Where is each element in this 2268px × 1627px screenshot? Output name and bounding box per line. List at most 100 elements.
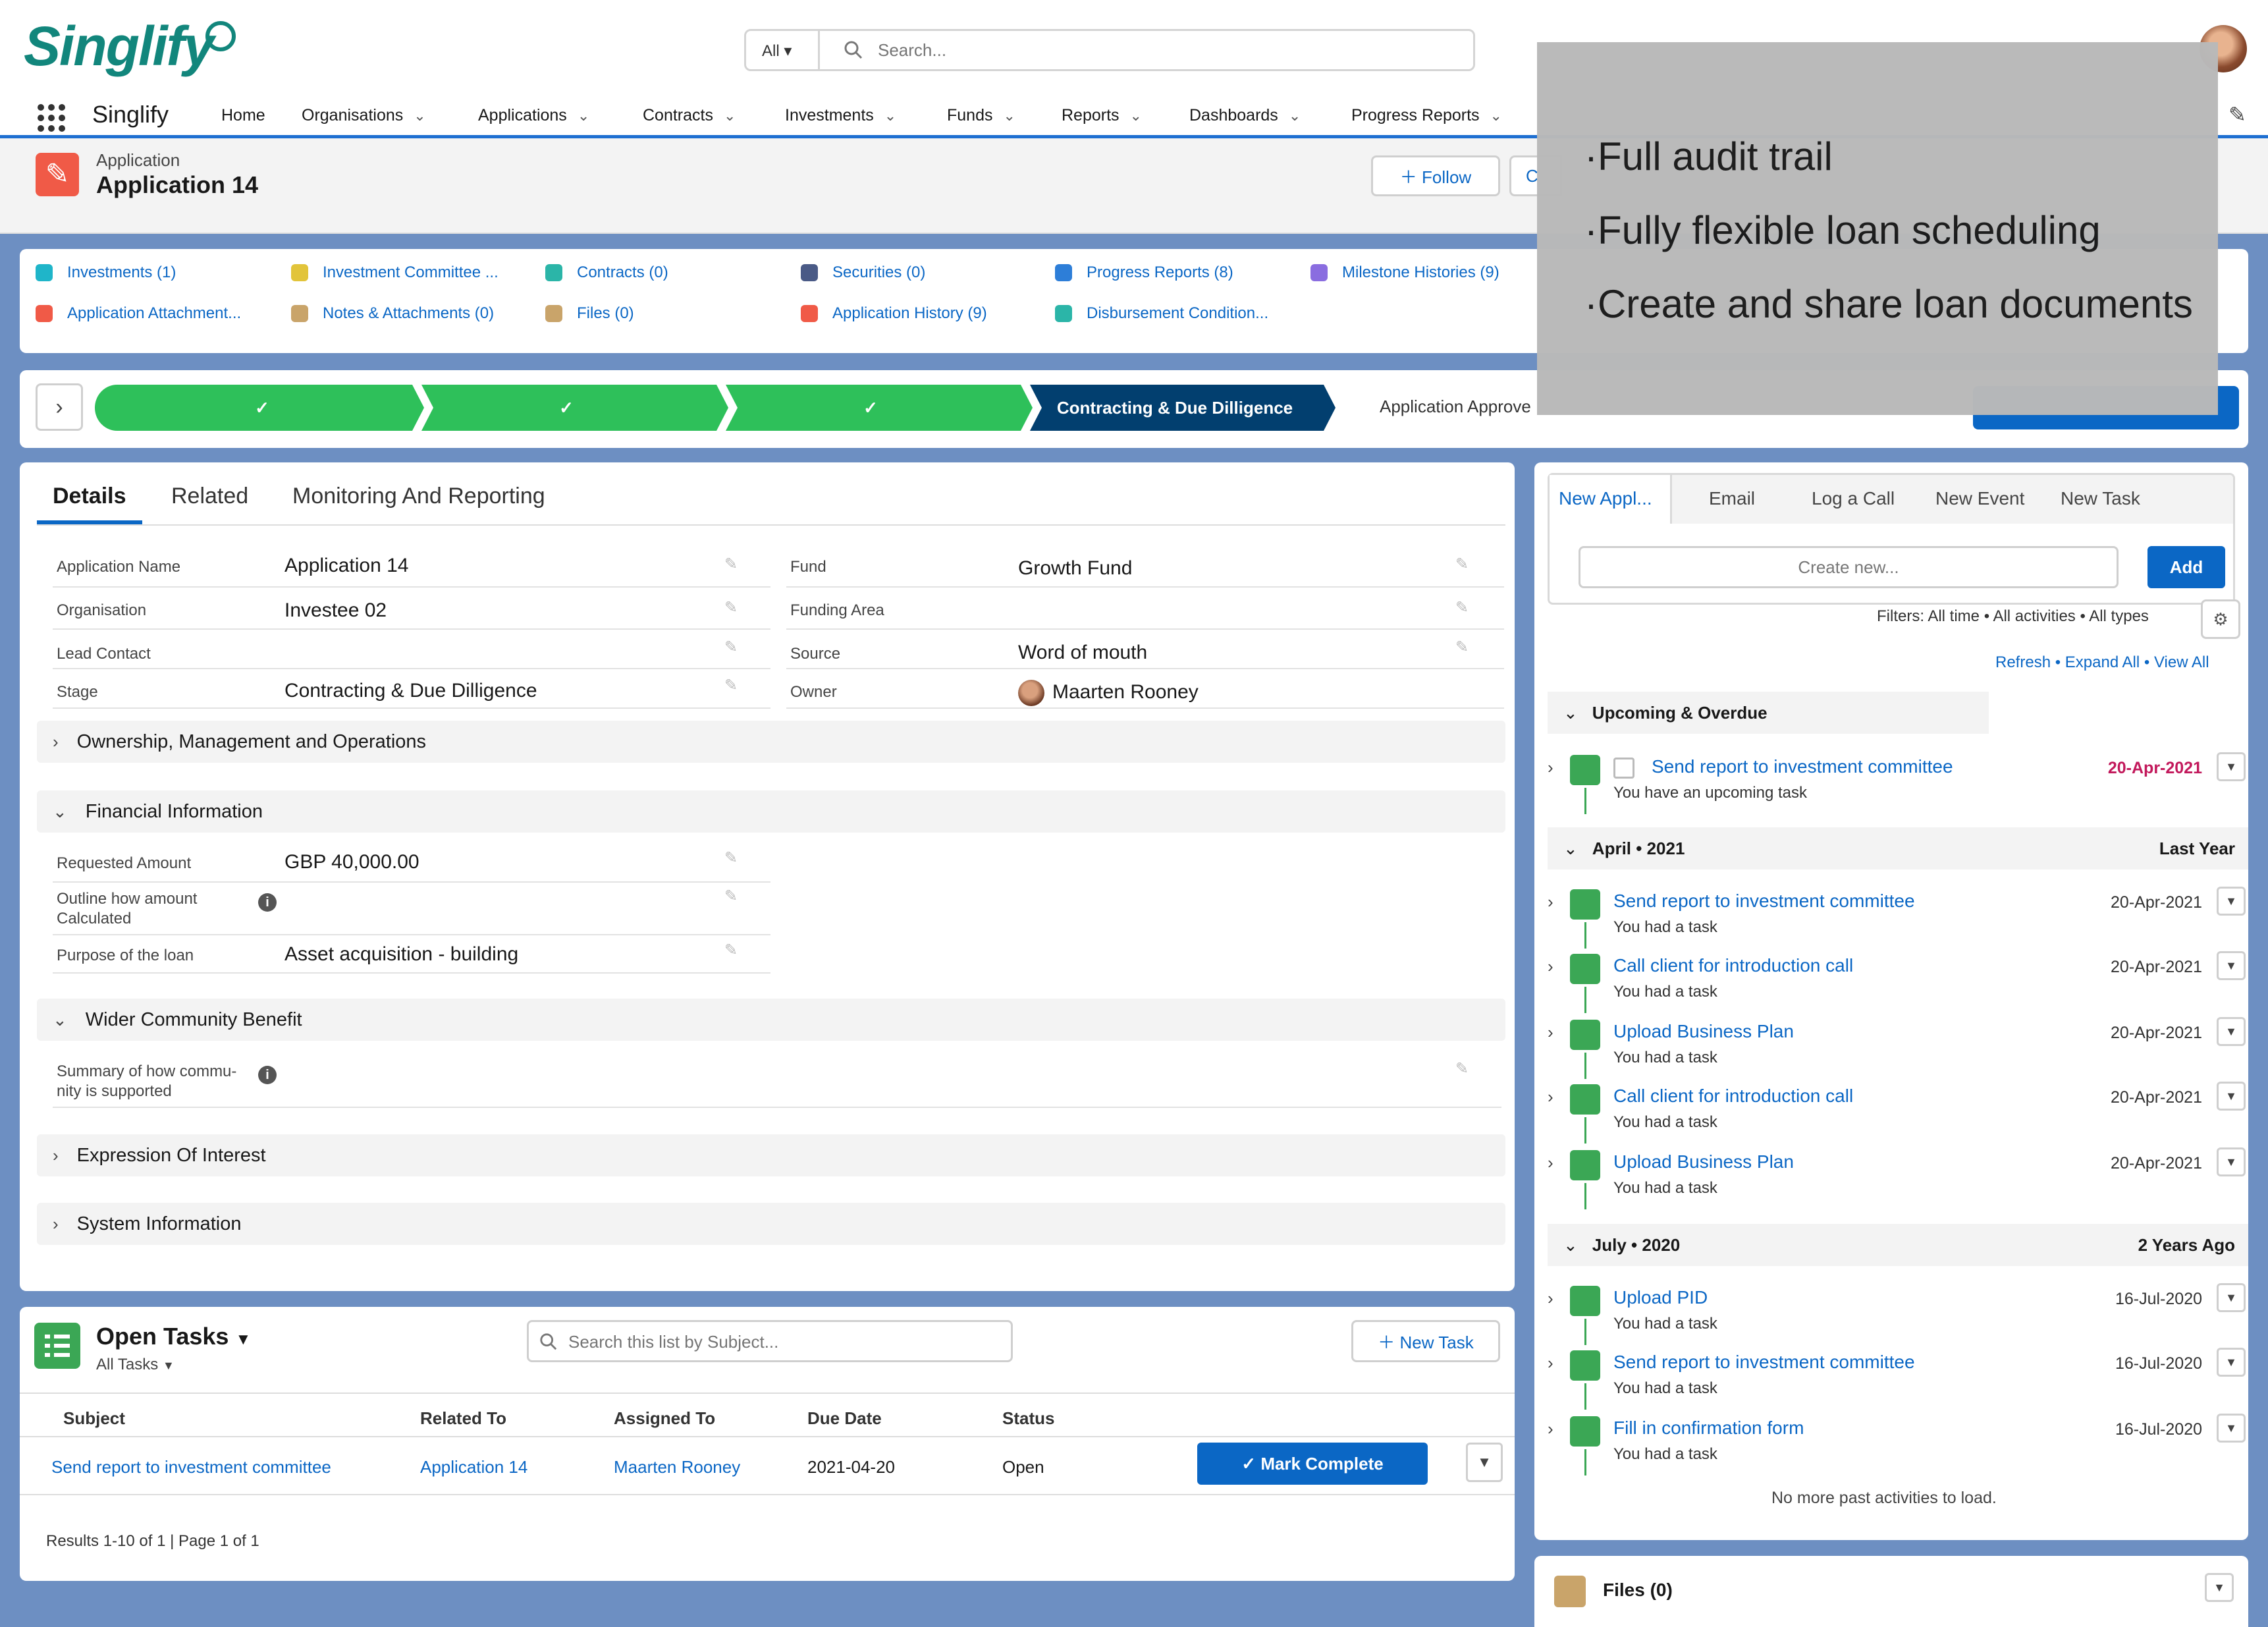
column-header-related-to[interactable]: Related To: [420, 1408, 506, 1429]
section-ownership-toggle[interactable]: › Ownership, Management and Operations: [37, 721, 1505, 763]
app-launcher-icon[interactable]: [36, 102, 67, 134]
task-assigned-to-link[interactable]: Maarten Rooney: [614, 1457, 740, 1477]
chevron-right-icon[interactable]: ›: [1548, 892, 1553, 912]
timeline-item-title-link[interactable]: Call client for introduction call: [1613, 1086, 1853, 1107]
quick-link-application-history[interactable]: Application History (9): [801, 304, 987, 323]
path-toggle-button[interactable]: ›: [36, 383, 83, 431]
edit-pencil-icon[interactable]: ✎: [724, 638, 738, 657]
july-2020-group-header[interactable]: ⌄ July • 2020 2 Years Ago: [1548, 1224, 2248, 1266]
timeline-item-title-link[interactable]: Send report to investment committee: [1652, 756, 1953, 777]
new-task-button[interactable]: ＋ New Task: [1351, 1320, 1500, 1362]
chevron-right-icon[interactable]: ›: [1548, 1022, 1553, 1043]
quick-link-disbursement-conditions[interactable]: Disbursement Condition...: [1055, 304, 1268, 323]
info-icon[interactable]: i: [258, 1066, 277, 1084]
nav-item-funds[interactable]: Funds ⌄: [947, 106, 1015, 125]
files-menu-button[interactable]: ▼: [2205, 1573, 2234, 1602]
add-button[interactable]: Add: [2147, 546, 2225, 588]
section-system-toggle[interactable]: › System Information: [37, 1203, 1505, 1245]
chevron-down-icon[interactable]: ⌄: [1003, 107, 1015, 124]
field-value-owner-link[interactable]: Maarten Rooney: [1052, 681, 1199, 703]
nav-item-organisations[interactable]: Organisations ⌄: [302, 106, 426, 125]
chevron-down-icon[interactable]: ⌄: [1130, 107, 1142, 124]
chevron-down-icon[interactable]: ⌄: [884, 107, 896, 124]
tab-related[interactable]: Related: [171, 483, 248, 509]
search-scope-select[interactable]: All ▾: [746, 31, 820, 69]
timeline-item-title-link[interactable]: Call client for introduction call: [1613, 955, 1853, 976]
quick-link-contracts[interactable]: Contracts (0): [545, 263, 668, 282]
timeline-item-menu-button[interactable]: ▼: [2217, 1147, 2246, 1176]
chevron-right-icon[interactable]: ›: [1548, 1419, 1553, 1439]
quick-link-milestone-histories[interactable]: Milestone Histories (9): [1310, 263, 1499, 282]
quick-link-investment-committee[interactable]: Investment Committee ...: [291, 263, 499, 282]
column-header-due-date[interactable]: Due Date: [807, 1408, 882, 1429]
section-interest-toggle[interactable]: › Expression Of Interest: [37, 1134, 1505, 1176]
tab-new-task[interactable]: New Task: [2061, 488, 2140, 509]
search-input[interactable]: [878, 39, 1457, 61]
timeline-item-menu-button[interactable]: ▼: [2217, 951, 2246, 980]
edit-nav-icon[interactable]: ✎: [2228, 102, 2246, 127]
task-checkbox[interactable]: [1613, 758, 1634, 779]
column-header-assigned-to[interactable]: Assigned To: [614, 1408, 715, 1429]
quick-link-application-attachments[interactable]: Application Attachment...: [36, 304, 241, 323]
chevron-down-icon[interactable]: ⌄: [414, 107, 425, 124]
list-title[interactable]: Open Tasks ▼: [96, 1323, 251, 1350]
quick-link-investments[interactable]: Investments (1): [36, 263, 176, 282]
chevron-down-icon[interactable]: ⌄: [1289, 107, 1301, 124]
nav-item-reports[interactable]: Reports ⌄: [1062, 106, 1142, 125]
timeline-item-menu-button[interactable]: ▼: [2217, 1348, 2246, 1377]
edit-pencil-icon[interactable]: ✎: [1455, 1059, 1469, 1078]
tab-email[interactable]: Email: [1709, 488, 1755, 509]
chevron-right-icon[interactable]: ›: [1548, 1153, 1553, 1173]
follow-button[interactable]: ＋ Follow: [1371, 155, 1500, 196]
task-subject-link[interactable]: Send report to investment committee: [51, 1457, 331, 1477]
edit-pencil-icon[interactable]: ✎: [1455, 638, 1469, 657]
nav-item-applications[interactable]: Applications ⌄: [478, 106, 589, 125]
list-search-input[interactable]: [568, 1331, 1003, 1352]
upcoming-overdue-header[interactable]: ⌄ Upcoming & Overdue: [1548, 692, 1989, 734]
tab-new-application[interactable]: New Appl...: [1559, 488, 1652, 509]
path-next-stage-label[interactable]: Application Approve: [1380, 397, 1531, 417]
task-related-to-link[interactable]: Application 14: [420, 1457, 527, 1477]
quick-link-progress-reports[interactable]: Progress Reports (8): [1055, 263, 1233, 282]
caret-down-icon[interactable]: ▼: [235, 1331, 251, 1348]
edit-pencil-icon[interactable]: ✎: [1455, 555, 1469, 574]
chevron-right-icon[interactable]: ›: [1548, 1353, 1553, 1373]
chevron-right-icon[interactable]: ›: [1548, 758, 1553, 778]
chevron-right-icon[interactable]: ›: [1548, 1288, 1553, 1309]
edit-pencil-icon[interactable]: ✎: [724, 941, 738, 960]
section-financial-toggle[interactable]: ⌄ Financial Information: [37, 790, 1505, 833]
tab-monitoring-and-reporting[interactable]: Monitoring And Reporting: [292, 483, 545, 509]
create-new-input[interactable]: Create new...: [1579, 546, 2119, 588]
april-2021-group-header[interactable]: ⌄ April • 2021 Last Year: [1548, 827, 2248, 869]
timeline-item-menu-button[interactable]: ▼: [2217, 887, 2246, 916]
refresh-link[interactable]: Refresh: [1995, 653, 2051, 671]
edit-pencil-icon[interactable]: ✎: [724, 676, 738, 695]
section-community-toggle[interactable]: ⌄ Wider Community Benefit: [37, 999, 1505, 1041]
row-actions-menu-button[interactable]: ▼: [1466, 1443, 1503, 1482]
nav-item-progress-reports[interactable]: Progress Reports ⌄: [1351, 106, 1502, 125]
timeline-item-title-link[interactable]: Send report to investment committee: [1613, 1352, 1915, 1373]
nav-item-home[interactable]: Home: [221, 106, 265, 125]
chevron-right-icon[interactable]: ›: [1548, 1087, 1553, 1107]
timeline-item-title-link[interactable]: Send report to investment committee: [1613, 891, 1915, 912]
view-all-link[interactable]: View All: [2154, 653, 2209, 671]
timeline-item-menu-button[interactable]: ▼: [2217, 1283, 2246, 1312]
timeline-item-menu-button[interactable]: ▼: [2217, 752, 2246, 781]
chevron-down-icon[interactable]: ⌄: [578, 107, 589, 124]
chevron-down-icon[interactable]: ⌄: [1490, 107, 1502, 124]
info-icon[interactable]: i: [258, 893, 277, 912]
tab-log-a-call[interactable]: Log a Call: [1812, 488, 1895, 509]
nav-item-dashboards[interactable]: Dashboards ⌄: [1189, 106, 1301, 125]
timeline-item-menu-button[interactable]: ▼: [2217, 1414, 2246, 1443]
column-header-subject[interactable]: Subject: [63, 1408, 125, 1429]
timeline-item-title-link[interactable]: Upload PID: [1613, 1287, 1708, 1308]
timeline-item-title-link[interactable]: Upload Business Plan: [1613, 1151, 1794, 1172]
timeline-item-title-link[interactable]: Fill in confirmation form: [1613, 1418, 1804, 1439]
tab-new-event[interactable]: New Event: [1935, 488, 2024, 509]
field-value-organisation-link[interactable]: Investee 02: [284, 599, 387, 622]
quick-link-securities[interactable]: Securities (0): [801, 263, 925, 282]
nav-item-contracts[interactable]: Contracts ⌄: [643, 106, 736, 125]
filter-settings-gear-icon[interactable]: ⚙: [2201, 599, 2240, 639]
timeline-item-menu-button[interactable]: ▼: [2217, 1082, 2246, 1111]
edit-pencil-icon[interactable]: ✎: [724, 555, 738, 574]
